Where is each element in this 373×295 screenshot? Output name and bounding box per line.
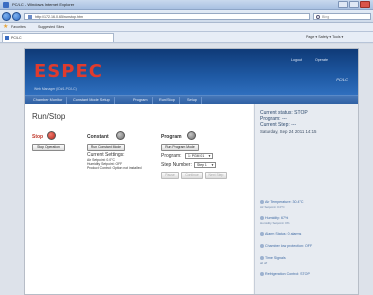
- product-control-text: Product Control: Option not installed: [87, 166, 142, 170]
- menu-chamber-monitor[interactable]: Chamber Monitor: [29, 97, 68, 104]
- continue-button[interactable]: Continue: [181, 172, 203, 179]
- close-button[interactable]: [360, 1, 370, 8]
- page-icon: [28, 15, 32, 19]
- unit-label: PC/LC: [336, 77, 348, 82]
- constant-heading: Constant: [87, 134, 109, 140]
- gauge-icon: [260, 200, 264, 205]
- tab-favicon: [5, 36, 9, 40]
- menu-setup[interactable]: Setup: [183, 97, 202, 104]
- page-title: Run/Stop: [32, 112, 66, 121]
- favorites-star-icon[interactable]: ★: [3, 24, 8, 30]
- menu-constant-mode-setup[interactable]: Constant Mode Setup: [69, 97, 115, 104]
- status-sidebar: Current status: STOP Program: --- Curren…: [254, 104, 358, 294]
- next-step-button[interactable]: Next Step: [205, 172, 227, 179]
- shield-icon: [260, 244, 264, 249]
- program-select-value: 1: PGM 01: [188, 154, 205, 158]
- espec-logo: ESPEC: [34, 61, 103, 82]
- main-content: Run/Stop Stop Stop Operation Constant Ru…: [25, 104, 253, 294]
- step-select-value: Step 1: [197, 163, 207, 167]
- step-number-label: Step Number:: [161, 162, 192, 168]
- time-signals-link[interactable]: Time Signals all off: [260, 256, 286, 265]
- suggested-sites-link[interactable]: Suggested Sites: [38, 25, 64, 29]
- tab-label: PC/LC: [11, 36, 22, 40]
- operate-link[interactable]: Operate: [315, 58, 328, 62]
- favorites-label[interactable]: Favorites: [11, 25, 26, 29]
- chevron-down-icon: ▼: [208, 154, 211, 158]
- run-constant-mode-button[interactable]: Run Constant Mode: [87, 144, 125, 151]
- maximize-button[interactable]: [349, 1, 359, 8]
- gauge-icon: [260, 216, 264, 221]
- chevron-down-icon: ▼: [211, 163, 214, 167]
- command-bar[interactable]: Page ▾ Safety ▾ Tools ▾: [306, 35, 343, 39]
- air-temperature-link[interactable]: Air Temperature: 30.4°C Air Setpoint: 0.…: [260, 200, 304, 209]
- browser-title-bar: PC/LC - Windows Internet Explorer: [0, 0, 373, 10]
- program-label: Program:: [161, 153, 182, 159]
- search-box[interactable]: Bing: [313, 13, 371, 20]
- pause-button[interactable]: Pause: [161, 172, 179, 179]
- stop-heading: Stop: [32, 134, 44, 140]
- step-select[interactable]: Step 1 ▼: [194, 162, 216, 168]
- user-line: Web Manager (ID#1-PC/LC): [34, 87, 77, 91]
- program-heading: Program: [161, 134, 182, 140]
- snowflake-icon: [260, 272, 264, 277]
- app-frame: ESPEC Logout Operate PC/LC Web Manager (…: [24, 48, 359, 295]
- menu-program[interactable]: Program: [129, 97, 153, 104]
- minimize-button[interactable]: [338, 1, 348, 8]
- program-select[interactable]: 1: PGM 01 ▼: [185, 153, 213, 159]
- window-title: PC/LC - Windows Internet Explorer: [12, 2, 75, 7]
- menu-run-stop[interactable]: Run/Stop: [155, 97, 180, 104]
- address-bar[interactable]: http://172.16.0.65/runstop.htm: [24, 13, 310, 20]
- stop-indicator-icon: [47, 131, 56, 140]
- program-indicator-icon: [187, 131, 196, 140]
- alarm-status-link[interactable]: Alarm Status: 0 alarms: [260, 232, 301, 237]
- back-icon[interactable]: [2, 12, 11, 21]
- tab-row: PC/LC Page ▾ Safety ▾ Tools ▾: [0, 32, 373, 43]
- date-time-text: Saturday, Sep 24 2011 14:15: [260, 129, 317, 134]
- ie-icon: [3, 2, 9, 8]
- current-step-text: Current Step: ---: [260, 122, 297, 128]
- main-menu: Chamber Monitor Constant Mode Setup Prog…: [25, 95, 358, 104]
- run-program-mode-button[interactable]: Run Program Mode: [161, 144, 199, 151]
- logout-link[interactable]: Logout: [291, 58, 302, 62]
- favorites-bar: ★ Favorites Suggested Sites: [0, 23, 373, 32]
- forward-icon[interactable]: [12, 12, 21, 21]
- refrigeration-control-link[interactable]: Refrigeration Control: STOP: [260, 272, 310, 277]
- search-icon[interactable]: [316, 15, 320, 19]
- constant-indicator-icon: [116, 131, 125, 140]
- browser-tab[interactable]: PC/LC: [2, 33, 114, 42]
- humidity-link[interactable]: Humidity: 67% Humidity Setpoint: 0%: [260, 216, 290, 225]
- page-area: ESPEC Logout Operate PC/LC Web Manager (…: [0, 44, 373, 295]
- clock-icon: [260, 256, 264, 261]
- address-row: http://172.16.0.65/runstop.htm Bing: [0, 10, 373, 23]
- app-header: ESPEC Logout Operate PC/LC Web Manager (…: [25, 49, 358, 95]
- url-text: http://172.16.0.65/runstop.htm: [35, 15, 83, 19]
- chamber-protection-link[interactable]: Chamber low protection: OFF: [260, 244, 312, 249]
- stop-operation-button[interactable]: Stop Operation: [32, 144, 65, 151]
- alarm-icon: [260, 232, 264, 237]
- search-placeholder: Bing: [322, 15, 330, 19]
